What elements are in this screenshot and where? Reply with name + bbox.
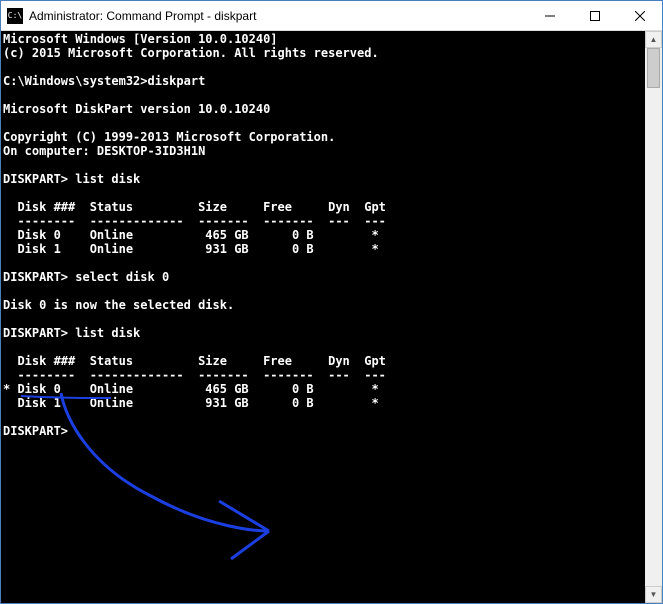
close-icon (635, 11, 645, 21)
scroll-track[interactable] (645, 48, 662, 586)
app-icon: C:\ (7, 8, 23, 24)
minimize-icon (545, 11, 555, 21)
titlebar[interactable]: C:\ Administrator: Command Prompt - disk… (1, 1, 662, 31)
scroll-thumb[interactable] (647, 48, 660, 88)
console-wrap: Microsoft Windows [Version 10.0.10240] (… (1, 31, 662, 603)
scroll-down-button[interactable]: ▼ (645, 586, 662, 603)
maximize-button[interactable] (572, 1, 617, 30)
window-buttons (527, 1, 662, 30)
close-button[interactable] (617, 1, 662, 30)
scroll-up-button[interactable]: ▲ (645, 31, 662, 48)
maximize-icon (590, 11, 600, 21)
window-title: Administrator: Command Prompt - diskpart (29, 9, 527, 23)
console-output[interactable]: Microsoft Windows [Version 10.0.10240] (… (1, 31, 645, 603)
window-frame: C:\ Administrator: Command Prompt - disk… (0, 0, 663, 604)
minimize-button[interactable] (527, 1, 572, 30)
vertical-scrollbar[interactable]: ▲ ▼ (645, 31, 662, 603)
